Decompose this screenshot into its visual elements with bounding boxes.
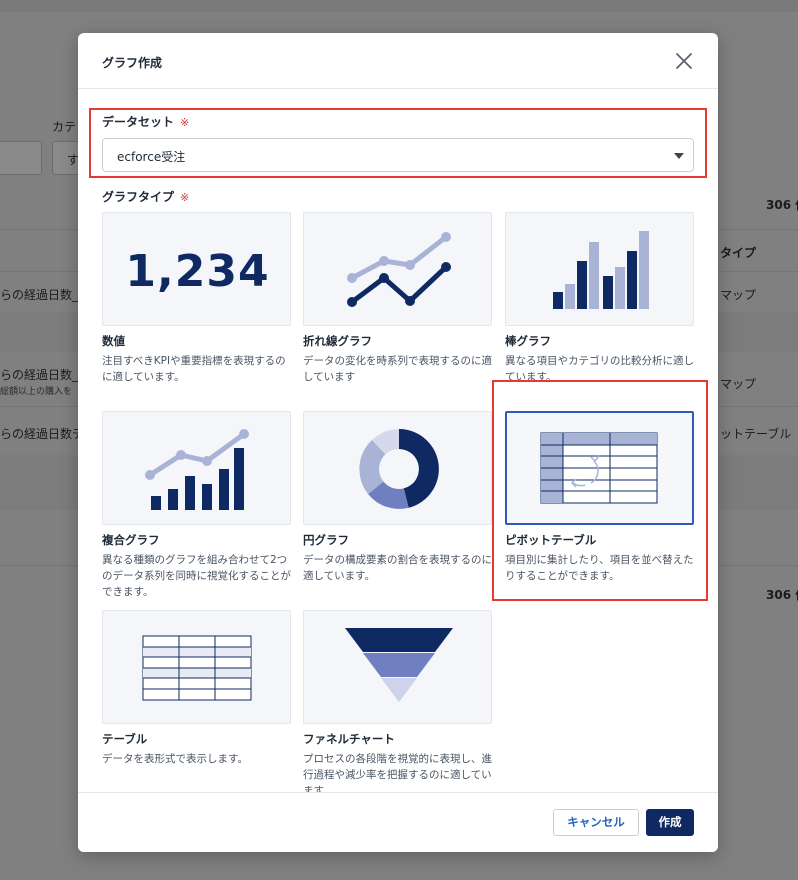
pivot-table-thumbnail: [505, 411, 694, 525]
graph-type-card-funnel[interactable]: ファネルチャート プロセスの各段階を視覚的に表現し、進行過程や減少率を把握するの…: [303, 610, 492, 792]
card-title: 数値: [102, 334, 125, 348]
funnel-thumbnail: [303, 610, 492, 724]
number-sample-text: 1,234: [125, 246, 270, 297]
bar-chart-thumbnail: [505, 212, 694, 326]
bg-count-2: 306 件: [766, 588, 798, 602]
card-description: データの構成要素の割合を表現するのに適しています。: [303, 554, 492, 582]
bg-row-2-type: マップ: [720, 377, 757, 391]
bg-row-2-sub: 総額以上の購入を: [0, 387, 73, 397]
bg-input: [0, 141, 42, 175]
card-description: 項目別に集計したり、項目を並べ替えたりすることができます。: [505, 554, 694, 582]
graph-type-card-line[interactable]: 折れ線グラフ データの変化を時系列で表現するのに適しています: [303, 212, 492, 385]
graph-type-card-table[interactable]: テーブル データを表形式で表示します。: [102, 610, 291, 767]
modal-footer: キャンセル 作成: [78, 792, 718, 852]
modal-header: グラフ作成: [78, 33, 718, 89]
card-description: プロセスの各段階を視覚的に表現し、進行過程や減少率を把握するのに適しています。: [303, 753, 492, 792]
graph-type-card-pivot[interactable]: ピボットテーブル 項目別に集計したり、項目を並べ替えたりすることができます。: [505, 411, 694, 584]
modal-body: データセット ※ ecforce受注 グラフタイプ ※ 1,234 数値 注目すべき…: [78, 90, 718, 792]
bg-row-3-name: らの経過日数デ: [0, 427, 85, 441]
card-title: テーブル: [102, 732, 148, 746]
create-button[interactable]: 作成: [646, 809, 694, 836]
close-button[interactable]: [672, 49, 696, 73]
close-icon: [676, 53, 692, 69]
bg-count-1: 306 件: [766, 198, 798, 212]
line-chart-icon: [347, 232, 451, 307]
table-icon: [142, 635, 252, 701]
background-topbar: [0, 0, 798, 12]
bg-row-2-name: らの経過日数_T: [0, 368, 86, 382]
card-title: 円グラフ: [303, 533, 349, 547]
graph-type-label: グラフタイプ ※: [102, 190, 190, 204]
graph-type-card-bar[interactable]: 棒グラフ 異なる項目やカテゴリの比較分析に適しています。: [505, 212, 694, 385]
required-mark: ※: [180, 191, 190, 204]
dataset-select[interactable]: ecforce受注: [102, 138, 694, 172]
combo-chart-thumbnail: [102, 411, 291, 525]
card-description: 異なる種類のグラフを組み合わせて2つのデータ系列を同時に視覚化することができます…: [102, 554, 291, 598]
graph-type-card-number[interactable]: 1,234 数値 注目すべきKPIや重要指標を表現するのに適しています。: [102, 212, 291, 385]
bg-type-header: タイプ: [720, 246, 757, 260]
card-description: 注目すべきKPIや重要指標を表現するのに適しています。: [102, 355, 286, 383]
graph-type-card-pie[interactable]: 円グラフ データの構成要素の割合を表現するのに適しています。: [303, 411, 492, 584]
dataset-label: データセット ※: [102, 115, 190, 129]
combo-chart-icon: [145, 429, 249, 510]
required-mark: ※: [180, 116, 190, 129]
bg-row-1-type: マップ: [720, 288, 757, 302]
bg-row-3-type: ットテーブル: [720, 427, 792, 441]
card-title: 複合グラフ: [102, 533, 160, 547]
bar-chart-icon: [553, 231, 649, 309]
create-graph-modal: グラフ作成 データセット ※ ecforce受注 グラフタイプ ※ 1,234 数値…: [78, 33, 718, 852]
dataset-select-value: ecforce受注: [117, 150, 186, 164]
bg-row-1-name: らの経過日数_T: [0, 288, 86, 302]
line-chart-thumbnail: [303, 212, 492, 326]
pivot-table-icon: [540, 432, 658, 504]
funnel-icon: [345, 628, 453, 702]
card-description: データを表形式で表示します。: [102, 753, 248, 765]
modal-title: グラフ作成: [102, 56, 163, 70]
card-title: 折れ線グラフ: [303, 334, 372, 348]
card-title: ピボットテーブル: [505, 533, 597, 547]
cancel-button[interactable]: キャンセル: [553, 809, 639, 836]
card-description: データの変化を時系列で表現するのに適しています: [303, 355, 492, 383]
pie-chart-icon: [359, 429, 439, 509]
pie-chart-thumbnail: [303, 411, 492, 525]
card-title: ファネルチャート: [303, 732, 395, 746]
graph-type-card-combo[interactable]: 複合グラフ 異なる種類のグラフを組み合わせて2つのデータ系列を同時に視覚化するこ…: [102, 411, 291, 600]
caret-down-icon: [674, 153, 684, 159]
table-thumbnail: [102, 610, 291, 724]
card-description: 異なる項目やカテゴリの比較分析に適しています。: [505, 355, 694, 383]
card-title: 棒グラフ: [505, 334, 551, 348]
number-thumbnail: 1,234: [102, 212, 291, 326]
